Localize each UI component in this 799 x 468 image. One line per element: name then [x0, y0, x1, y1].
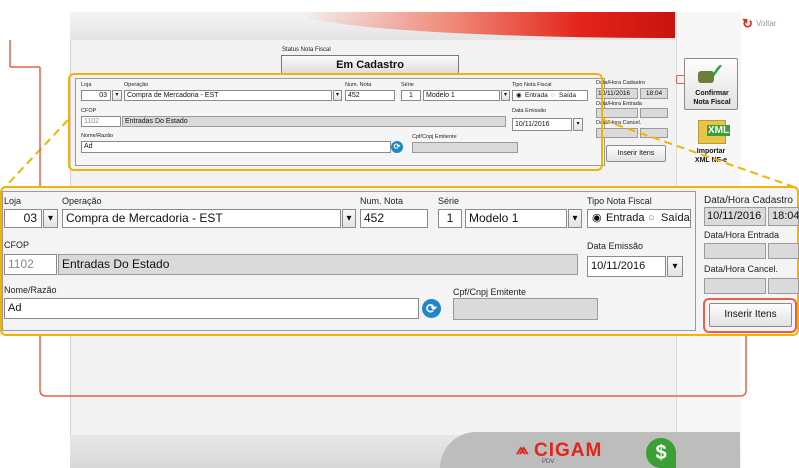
cfop-label: CFOP: [4, 240, 30, 250]
pdv-dollar-icon: $: [646, 438, 676, 468]
numnota-value: 452: [364, 211, 385, 225]
cancel-label: Data/Hora Cancel.: [704, 264, 779, 274]
inserir-itens-button[interactable]: Inserir Itens: [709, 303, 792, 327]
loja-value: 03: [23, 211, 37, 225]
modelo-field[interactable]: Modelo 1: [465, 209, 567, 228]
cfop-code-value: 1102: [8, 257, 34, 271]
cadastro-label: Data/Hora Cadastro: [704, 195, 793, 206]
operacao-label: Operação: [62, 196, 102, 206]
loja-label: Loja: [4, 196, 22, 206]
cfop-desc-value: Entradas Do Estado: [62, 257, 170, 271]
loja-field[interactable]: 03: [4, 209, 42, 228]
cnpj-label: Cpf/Cnpj Emitente: [453, 287, 527, 297]
entrada-time: [768, 243, 799, 259]
operacao-value: Compra de Mercadoria - EST: [66, 211, 223, 225]
tipo-radio-group: ◉ Entrada ○ Saída: [587, 209, 691, 228]
cadastro-date: 10/11/2016: [704, 207, 766, 226]
operacao-field[interactable]: Compra de Mercadoria - EST: [62, 209, 341, 228]
cnpj-field: [453, 298, 598, 320]
cadastro-date-value: 10/11/2016: [707, 210, 762, 222]
cadastro-time: 18:04: [768, 207, 799, 226]
radio-saida-label: Saída: [661, 212, 690, 224]
loja-dropdown[interactable]: ▾: [43, 209, 58, 228]
radio-entrada-label: Entrada: [606, 212, 645, 224]
cancel-date: [704, 278, 766, 294]
serie-label: Série: [438, 196, 460, 206]
numnota-field[interactable]: 452: [360, 209, 428, 228]
entrada-date: [704, 243, 766, 259]
nome-label: Nome/Razão: [4, 285, 57, 295]
operacao-dropdown[interactable]: ▾: [342, 209, 356, 228]
modelo-value: Modelo 1: [469, 211, 519, 225]
radio-entrada[interactable]: ◉: [592, 210, 602, 227]
entrada-label: Data/Hora Entrada: [704, 230, 780, 240]
emissao-dropdown[interactable]: ▾: [667, 256, 683, 277]
search-icon[interactable]: ⟳: [422, 299, 441, 318]
cfop-description: Entradas Do Estado: [58, 254, 578, 275]
serie-field[interactable]: 1: [438, 209, 462, 228]
radio-saida[interactable]: ○: [648, 210, 655, 227]
emissao-field[interactable]: 10/11/2016: [587, 256, 666, 277]
tipo-label: Tipo Nota Fiscal: [587, 196, 652, 206]
inserir-itens-label: Inserir Itens: [724, 309, 777, 320]
modelo-dropdown[interactable]: ▾: [568, 209, 582, 228]
brand-sub: PDV: [542, 459, 555, 465]
nome-field[interactable]: Ad: [4, 298, 419, 319]
cadastro-time-value: 18:04: [772, 210, 799, 222]
serie-value: 1: [446, 211, 454, 225]
nome-value: Ad: [8, 302, 22, 314]
emissao-label: Data Emissão: [587, 241, 644, 251]
cigam-logo-icon: ⩕: [516, 441, 529, 458]
cancel-time: [768, 278, 799, 294]
emissao-value: 10/11/2016: [591, 260, 646, 272]
cfop-code: 1102: [4, 254, 57, 275]
numnota-label: Num. Nota: [360, 196, 404, 206]
